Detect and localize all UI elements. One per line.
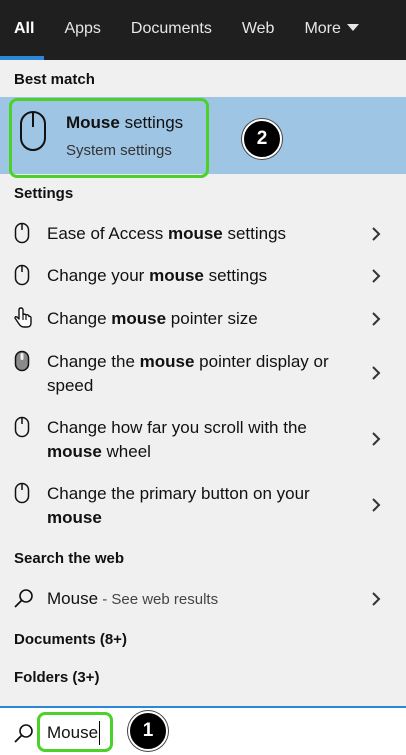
settings-item-text: Change how far you scroll with the mouse…: [47, 416, 352, 464]
web-query: Mouse: [47, 589, 99, 608]
folders-heading[interactable]: Folders (3+): [14, 669, 99, 686]
settings-item-text: Change the primary button on your mouse: [47, 482, 352, 530]
chevron-right-icon: [372, 432, 381, 446]
hand-pointer-icon: [14, 307, 32, 328]
mouse-icon: [14, 482, 30, 504]
item-bold: mouse: [47, 442, 102, 461]
mouse-filled-icon: [14, 350, 30, 372]
chevron-right-icon: [372, 312, 381, 326]
chevron-right-icon: [372, 498, 381, 512]
settings-item-ease-of-access[interactable]: Ease of Access mouse settings: [0, 222, 406, 246]
item-post: pointer size: [166, 309, 258, 328]
chevron-right-icon: [372, 227, 381, 241]
web-suffix: - See web results: [98, 591, 219, 608]
item-pre: Change the primary button on your: [47, 484, 310, 503]
item-post: settings: [203, 266, 268, 285]
caret-down-icon: [346, 24, 359, 31]
chevron-right-icon: [372, 269, 381, 283]
item-post: settings: [222, 224, 287, 243]
settings-heading: Settings: [14, 185, 74, 202]
item-bold: mouse: [149, 266, 204, 285]
best-match-highlight-box: [9, 98, 209, 178]
item-bold: mouse: [47, 508, 102, 527]
item-pre: Change: [47, 309, 112, 328]
item-pre: Change your: [47, 266, 150, 285]
item-bold: mouse: [167, 224, 223, 243]
web-result-row[interactable]: Mouse - See web results: [0, 587, 406, 611]
best-match-heading: Best match: [14, 71, 95, 88]
search-icon: [14, 724, 33, 743]
item-pre: Change the: [47, 352, 140, 371]
documents-heading[interactable]: Documents (8+): [14, 631, 127, 648]
step-2-badge: 2: [242, 119, 282, 159]
settings-item-scroll-wheel[interactable]: Change how far you scroll with the mouse…: [0, 416, 406, 464]
tab-web[interactable]: Web: [242, 0, 275, 60]
search-filter-tabs: All Apps Documents Web More: [0, 0, 406, 60]
settings-item-text: Change mouse pointer size: [47, 307, 352, 331]
tab-all[interactable]: All: [0, 0, 46, 60]
settings-item-pointer-display-speed[interactable]: Change the mouse pointer display or spee…: [0, 350, 406, 398]
settings-item-primary-button[interactable]: Change the primary button on your mouse: [0, 482, 406, 530]
settings-item-text: Change the mouse pointer display or spee…: [47, 350, 352, 398]
tab-apps[interactable]: Apps: [64, 0, 100, 60]
settings-item-change-mouse-settings[interactable]: Change your mouse settings: [0, 264, 406, 288]
item-pre: Change how far you scroll with the: [47, 418, 307, 437]
search-icon: [14, 589, 33, 608]
chevron-right-icon: [372, 592, 381, 606]
chevron-right-icon: [372, 366, 381, 380]
tab-more-label: More: [304, 20, 341, 37]
settings-item-text: Ease of Access mouse settings: [47, 222, 352, 246]
item-pre: Ease of Access: [47, 224, 168, 243]
mouse-icon: [14, 416, 30, 438]
settings-item-text: Change your mouse settings: [47, 264, 352, 288]
search-web-heading: Search the web: [14, 550, 125, 567]
web-result-text: Mouse - See web results: [47, 587, 352, 612]
tab-documents[interactable]: Documents: [131, 0, 212, 60]
mouse-icon: [14, 222, 30, 244]
settings-item-pointer-size[interactable]: Change mouse pointer size: [0, 307, 406, 331]
item-bold: mouse: [111, 309, 167, 328]
item-bold: mouse: [139, 352, 195, 371]
mouse-icon: [14, 264, 30, 286]
item-post: wheel: [101, 442, 151, 461]
tab-more[interactable]: More: [304, 0, 359, 60]
search-highlight-box: [37, 712, 113, 752]
step-1-badge: 1: [128, 711, 168, 751]
